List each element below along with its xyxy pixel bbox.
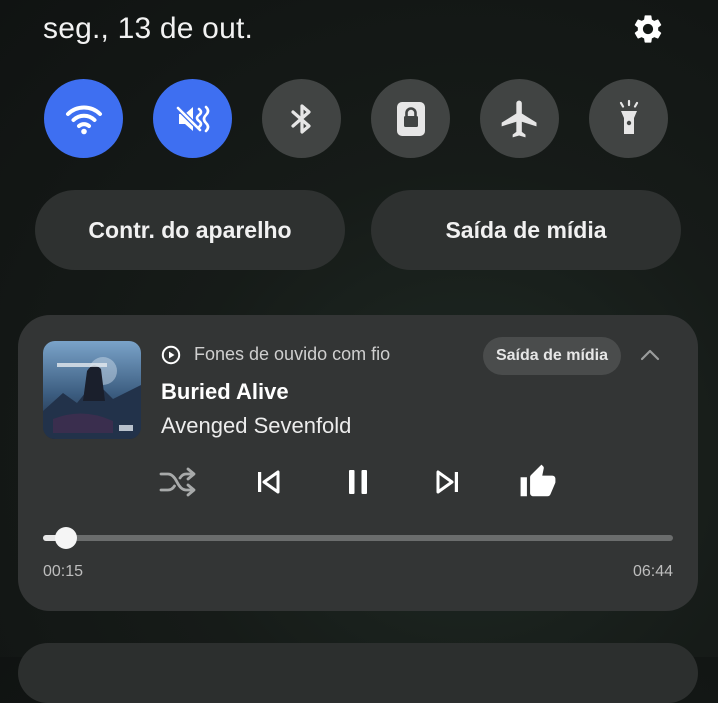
album-art[interactable]	[43, 341, 141, 439]
track-artist: Avenged Sevenfold	[161, 413, 352, 438]
media-source: Fones de ouvido com fio	[161, 344, 390, 365]
total-time: 06:44	[632, 563, 673, 580]
track-title: Buried Alive	[161, 379, 289, 404]
next-notification-card[interactable]	[18, 643, 698, 703]
elapsed-time: 00:15	[43, 563, 84, 580]
device-control-button[interactable]: Contr. do aparelho	[35, 190, 345, 270]
shuffle-icon	[158, 466, 198, 498]
pause-icon	[343, 467, 373, 497]
next-track-button[interactable]	[426, 460, 470, 504]
rotation-lock-icon	[389, 97, 433, 141]
media-source-label: Fones de ouvido com fio	[194, 344, 391, 364]
quick-settings-row	[44, 79, 668, 159]
pause-button[interactable]	[336, 460, 380, 504]
skip-next-icon	[433, 467, 463, 497]
seek-bar[interactable]	[43, 527, 673, 549]
thumbs-up-icon	[519, 463, 557, 501]
flashlight-toggle[interactable]	[589, 79, 668, 158]
play-circle-icon	[161, 345, 181, 365]
settings-gear-icon[interactable]	[630, 11, 666, 47]
media-output-chip[interactable]: Saída de mídia	[483, 337, 621, 375]
sound-mode-toggle[interactable]	[153, 79, 232, 158]
seek-thumb[interactable]	[55, 527, 78, 549]
date-label: seg., 13 de out.	[43, 12, 254, 45]
wifi-toggle[interactable]	[44, 79, 123, 158]
bluetooth-toggle[interactable]	[262, 79, 341, 158]
shuffle-button[interactable]	[156, 460, 200, 504]
previous-track-button[interactable]	[246, 460, 290, 504]
flashlight-icon	[607, 97, 651, 141]
media-player-card: Fones de ouvido com fio Saída de mídia B…	[18, 315, 698, 611]
airplane-mode-icon	[498, 97, 542, 141]
wifi-icon	[62, 97, 106, 141]
airplane-mode-toggle[interactable]	[480, 79, 559, 158]
like-button[interactable]	[516, 460, 560, 504]
skip-previous-icon	[253, 467, 283, 497]
collapse-chevron-icon[interactable]	[638, 343, 662, 367]
bluetooth-icon	[280, 97, 324, 141]
media-output-button[interactable]: Saída de mídia	[371, 190, 681, 270]
mute-vibrate-icon	[171, 97, 215, 141]
rotation-lock-toggle[interactable]	[371, 79, 450, 158]
